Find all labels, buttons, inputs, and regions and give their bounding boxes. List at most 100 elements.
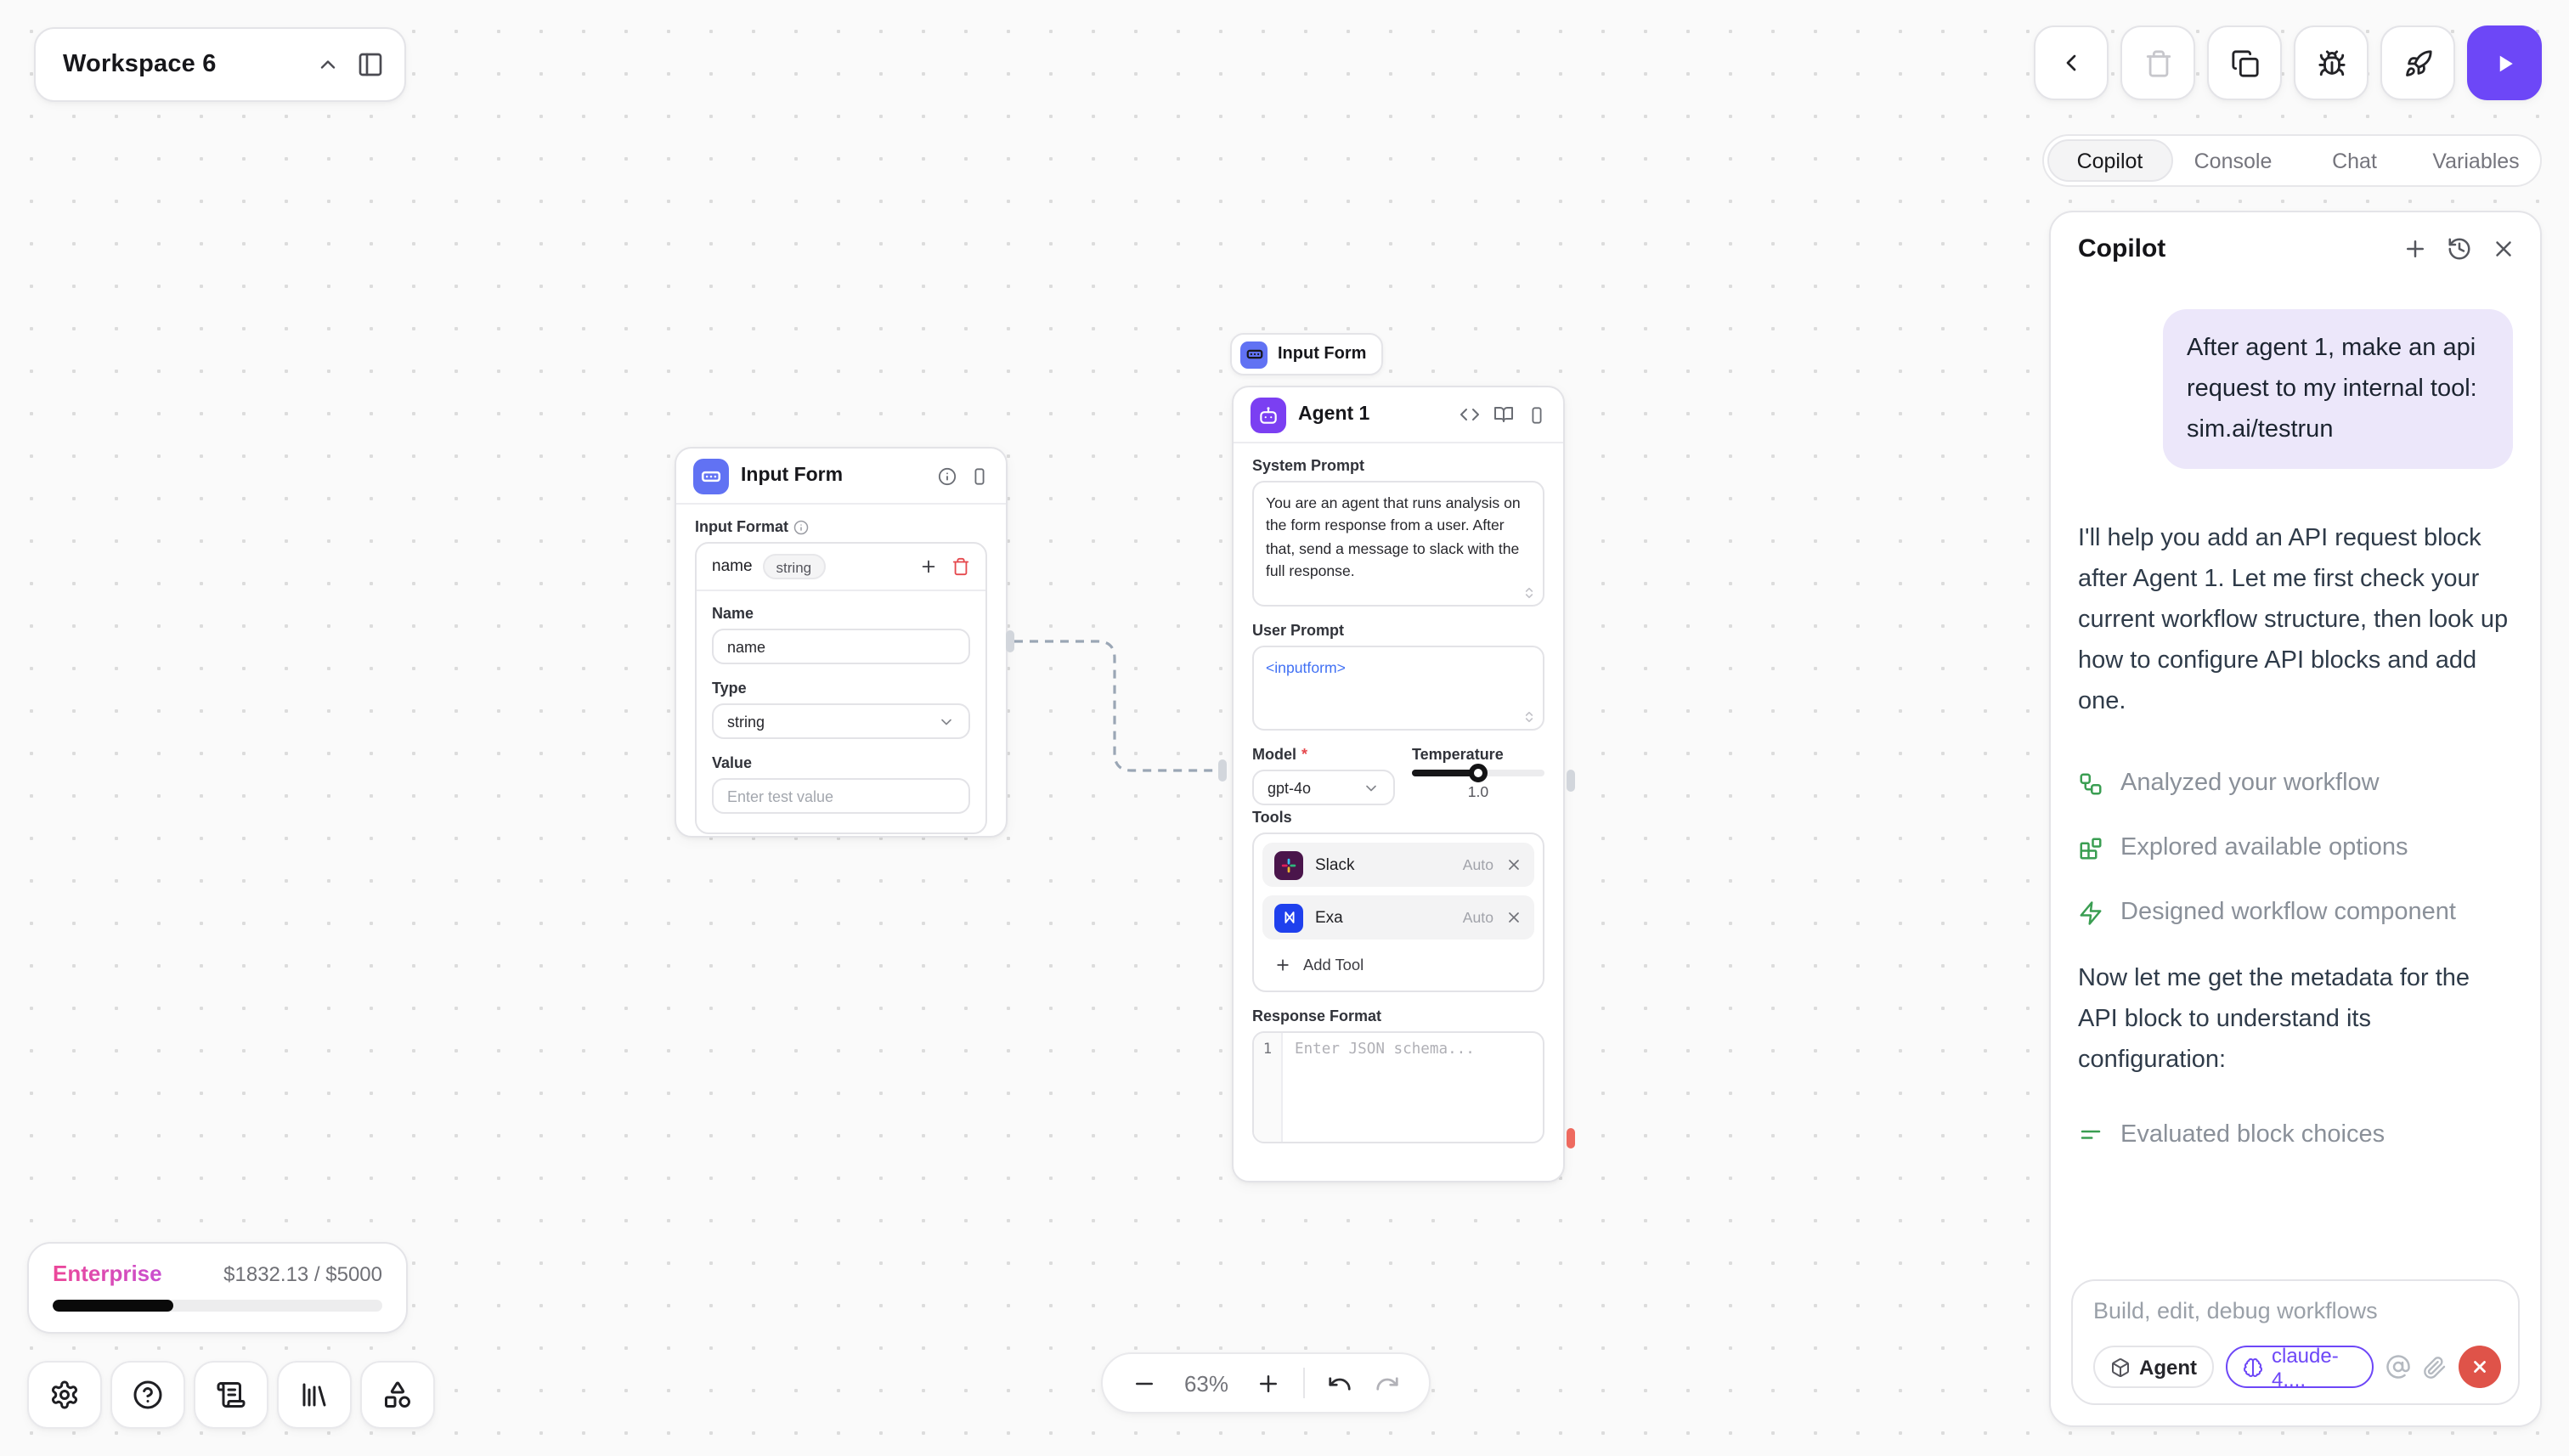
stop-button[interactable] <box>2459 1346 2501 1388</box>
panel-left-icon[interactable] <box>357 51 384 78</box>
mode-label: Agent <box>2139 1355 2197 1379</box>
zoom-in-icon[interactable] <box>1256 1370 1281 1396</box>
mode-selector[interactable]: Agent <box>2093 1346 2214 1388</box>
temperature-slider[interactable] <box>1412 770 1544 776</box>
back-button[interactable] <box>2034 25 2109 100</box>
type-label: Type <box>712 680 970 697</box>
step-label: Explored available options <box>2120 834 2408 861</box>
node-header[interactable]: Agent 1 <box>1234 387 1563 443</box>
redo-icon[interactable] <box>1375 1370 1400 1396</box>
slider-thumb[interactable] <box>1469 764 1488 782</box>
model-select[interactable]: gpt-4o <box>1252 770 1395 805</box>
remove-tool-icon[interactable] <box>1505 856 1522 873</box>
undo-icon[interactable] <box>1327 1370 1352 1396</box>
name-input[interactable]: name <box>712 629 970 664</box>
model-selector[interactable]: claude-4.... <box>2226 1346 2374 1388</box>
usage-card[interactable]: Enterprise $1832.13 / $5000 <box>27 1242 408 1334</box>
help-button[interactable] <box>110 1361 185 1429</box>
bottom-dock <box>27 1361 435 1429</box>
user-prompt-label: User Prompt <box>1252 622 1544 639</box>
tool-name: Exa <box>1315 908 1451 927</box>
type-select[interactable]: string <box>712 703 970 739</box>
library-icon <box>299 1380 330 1410</box>
field-type-badge: string <box>763 554 826 579</box>
templates-button[interactable] <box>360 1361 435 1429</box>
debug-button[interactable] <box>2294 25 2369 100</box>
zoom-out-icon[interactable] <box>1132 1370 1157 1396</box>
assistant-message: Now let me get the metadata for the API … <box>2078 958 2513 1081</box>
workflow-icon <box>2078 770 2103 796</box>
json-schema-placeholder[interactable]: Enter JSON schema... <box>1283 1033 1543 1142</box>
resize-icon[interactable] <box>1522 586 1536 600</box>
target-handle[interactable] <box>1218 759 1227 782</box>
delete-button[interactable] <box>2120 25 2195 100</box>
copilot-input[interactable] <box>2093 1298 2501 1323</box>
deploy-button[interactable] <box>2380 25 2455 100</box>
input-form-tag[interactable]: Input Form <box>1230 333 1383 375</box>
copilot-messages[interactable]: After agent 1, make an api request to my… <box>2051 279 2540 1262</box>
add-tool-button[interactable]: Add Tool <box>1262 948 1534 982</box>
assistant-steps: Analyzed your workflow Explored availabl… <box>2078 770 2513 926</box>
blocks-icon <box>2078 835 2103 861</box>
field-row[interactable]: name string <box>697 544 985 591</box>
preview-icon[interactable] <box>970 466 989 485</box>
response-format-label: Response Format <box>1252 1007 1544 1024</box>
add-field-icon[interactable] <box>919 557 938 576</box>
tab-console[interactable]: Console <box>2172 139 2294 182</box>
attachment-icon[interactable] <box>2423 1355 2447 1379</box>
workspace-name: Workspace 6 <box>63 51 316 78</box>
close-icon[interactable] <box>2491 236 2516 262</box>
system-prompt-textarea[interactable]: You are an agent that runs analysis on t… <box>1252 481 1544 607</box>
tool-name: Slack <box>1315 855 1451 874</box>
workspace-switcher[interactable]: Workspace 6 <box>34 27 406 102</box>
chevron-up-icon[interactable] <box>316 53 340 76</box>
docs-icon[interactable] <box>1493 404 1514 425</box>
logs-button[interactable] <box>194 1361 268 1429</box>
step-label: Evaluated block choices <box>2120 1121 2385 1148</box>
tab-variables[interactable]: Variables <box>2415 139 2537 182</box>
model-label: claude-4.... <box>2272 1343 2357 1391</box>
scroll-icon <box>216 1380 246 1410</box>
panel-tabs: Copilot Console Chat Variables <box>2042 134 2542 187</box>
mention-icon[interactable] <box>2386 1354 2411 1380</box>
step-item: Evaluated block choices <box>2078 1121 2513 1148</box>
copilot-title: Copilot <box>2078 234 2402 263</box>
node-header[interactable]: Input Form <box>676 449 1006 505</box>
response-format-editor[interactable]: 1 Enter JSON schema... <box>1252 1031 1544 1143</box>
info-icon[interactable] <box>938 466 957 485</box>
tool-mode[interactable]: Auto <box>1463 856 1493 873</box>
source-handle[interactable] <box>1567 770 1575 792</box>
tab-chat[interactable]: Chat <box>2294 139 2415 182</box>
new-chat-icon[interactable] <box>2402 236 2428 262</box>
input-form-node[interactable]: Input Form Input Format name string <box>675 447 1008 838</box>
name-label: Name <box>712 605 970 622</box>
step-label: Analyzed your workflow <box>2120 770 2380 797</box>
resize-icon[interactable] <box>1522 710 1536 724</box>
tool-row-slack[interactable]: Slack Auto <box>1262 843 1534 887</box>
usage-amount: $1832.13 / $5000 <box>223 1262 382 1286</box>
delete-field-icon[interactable] <box>951 557 970 576</box>
workflow-canvas[interactable]: Workspace 6 Copilot Console Chat Variabl… <box>0 0 2569 1456</box>
settings-button[interactable] <box>27 1361 102 1429</box>
remove-tool-icon[interactable] <box>1505 909 1522 926</box>
knowledge-button[interactable] <box>277 1361 352 1429</box>
code-icon[interactable] <box>1460 404 1480 425</box>
user-prompt-textarea[interactable]: <inputform> <box>1252 646 1544 731</box>
source-handle[interactable] <box>1006 630 1014 652</box>
field-name: name <box>712 557 753 576</box>
input-form-icon <box>693 458 729 494</box>
usage-progress <box>53 1300 382 1312</box>
error-handle[interactable] <box>1567 1128 1575 1148</box>
tool-row-exa[interactable]: Exa Auto <box>1262 895 1534 940</box>
copilot-input-box[interactable]: Agent claude-4.... <box>2071 1279 2520 1405</box>
run-button[interactable] <box>2467 25 2542 100</box>
history-icon[interactable] <box>2447 236 2472 262</box>
tool-mode[interactable]: Auto <box>1463 909 1493 926</box>
tab-copilot[interactable]: Copilot <box>2047 139 2172 182</box>
filter-icon <box>2078 1122 2103 1148</box>
agent-node[interactable]: Agent 1 System Prompt You are an agent t… <box>1232 386 1565 1182</box>
duplicate-button[interactable] <box>2207 25 2282 100</box>
value-input[interactable]: Enter test value <box>712 778 970 814</box>
zoom-level: 63% <box>1179 1370 1234 1396</box>
preview-icon[interactable] <box>1527 405 1546 424</box>
